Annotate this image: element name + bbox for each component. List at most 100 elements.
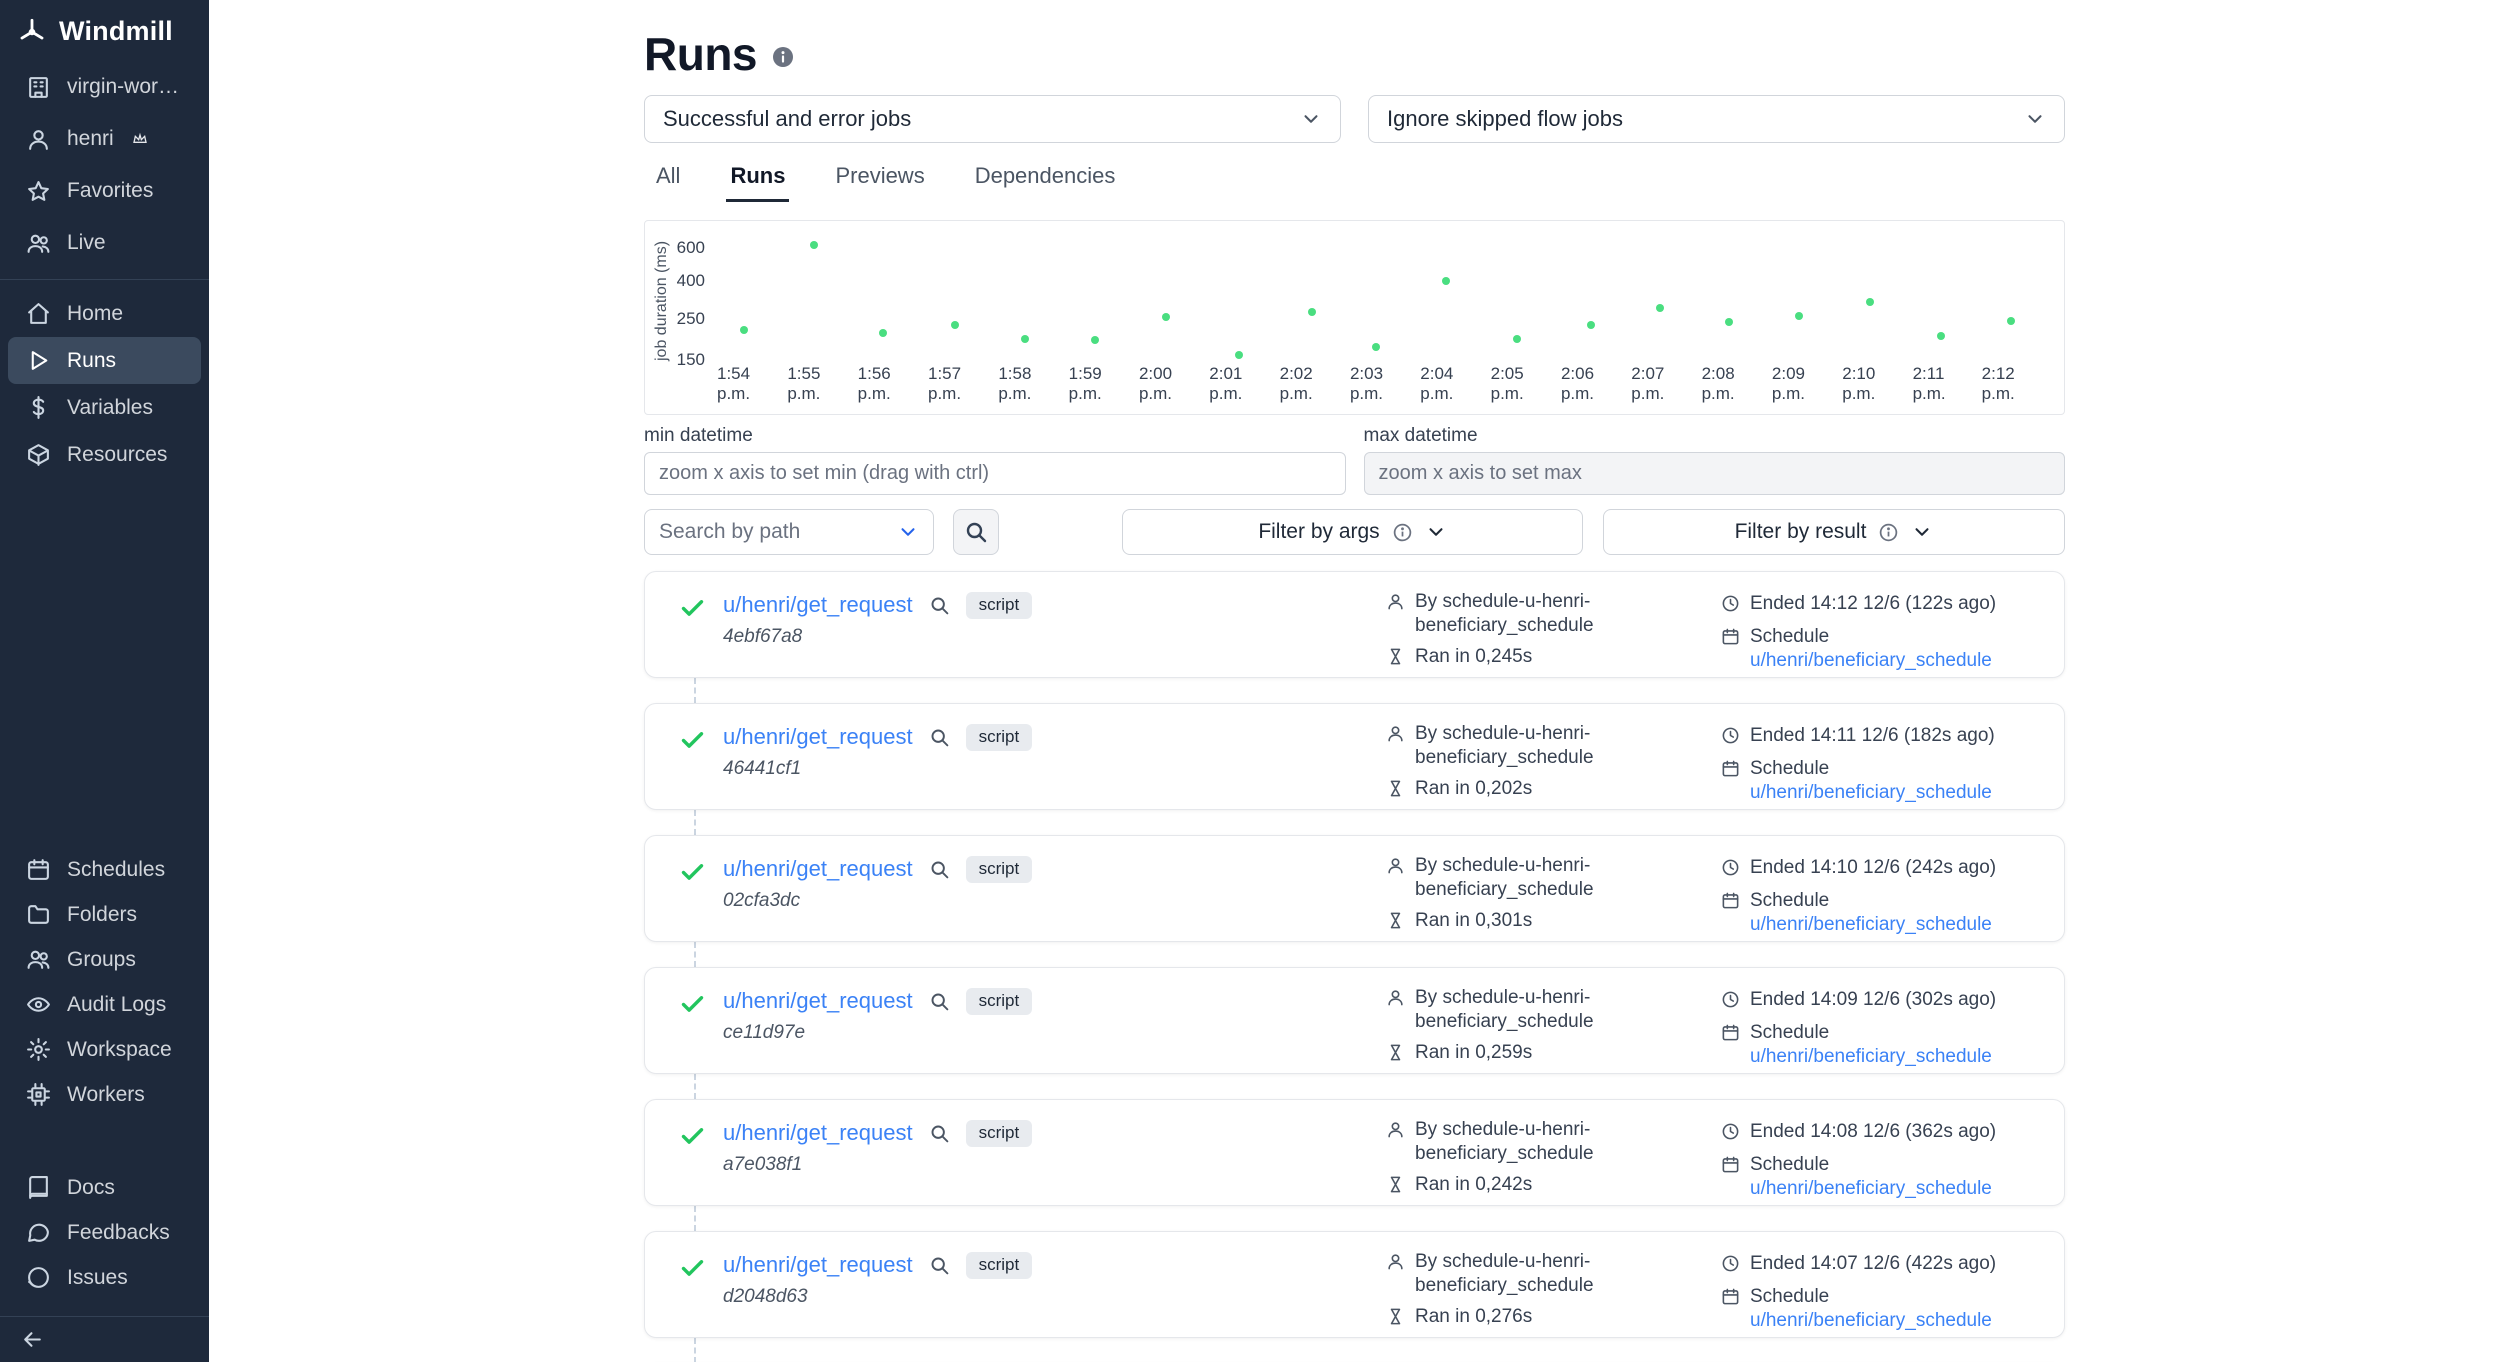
tab-runs[interactable]: Runs <box>726 159 789 202</box>
run-path-link[interactable]: u/henri/get_request <box>723 1252 913 1278</box>
scatter-point[interactable] <box>1235 351 1243 359</box>
tab-previews[interactable]: Previews <box>831 159 928 202</box>
triggered-by-text: By schedule-u-henri-beneficiary_schedule <box>1415 590 1706 638</box>
search-by-path-select[interactable]: Search by path <box>644 509 934 555</box>
filter-by-result-button[interactable]: Filter by result <box>1603 509 2065 555</box>
run-detail-search-icon[interactable] <box>929 1123 950 1144</box>
run-path-link[interactable]: u/henri/get_request <box>723 592 913 618</box>
schedule-link[interactable]: u/henri/beneficiary_schedule <box>1750 1310 1992 1331</box>
info-icon[interactable] <box>771 45 795 69</box>
tab-all[interactable]: All <box>652 159 684 202</box>
sidebar-item-folders[interactable]: Folders <box>8 892 201 937</box>
sidebar-item-live[interactable]: Live <box>8 217 201 269</box>
triggered-by-text: By schedule-u-henri-beneficiary_schedule <box>1415 986 1706 1034</box>
run-card[interactable]: u/henri/get_request script a7e038f1 By s… <box>644 1099 2065 1206</box>
x-tick-label: 2:03 p.m. <box>1350 364 1420 404</box>
scatter-point[interactable] <box>1308 308 1316 316</box>
scatter-point[interactable] <box>1937 332 1945 340</box>
schedule-link[interactable]: u/henri/beneficiary_schedule <box>1750 914 1992 935</box>
dollar-icon <box>26 395 51 420</box>
scatter-point[interactable] <box>810 241 818 249</box>
sidebar-item-user[interactable]: henri <box>8 113 201 165</box>
search-button[interactable] <box>953 509 999 555</box>
run-detail-search-icon[interactable] <box>929 991 950 1012</box>
user-icon <box>1386 1120 1405 1139</box>
scatter-point[interactable] <box>1795 312 1803 320</box>
x-tick-label: 2:09 p.m. <box>1772 364 1842 404</box>
hourglass-icon <box>1386 647 1405 666</box>
run-path-link[interactable]: u/henri/get_request <box>723 856 913 882</box>
sidebar-item-issues[interactable]: Issues <box>8 1255 201 1300</box>
run-card[interactable]: u/henri/get_request script 02cfa3dc By s… <box>644 835 2065 942</box>
book-icon <box>26 1175 51 1200</box>
scatter-point[interactable] <box>740 326 748 334</box>
run-card[interactable]: u/henri/get_request script 4ebf67a8 By s… <box>644 571 2065 678</box>
schedule-link[interactable]: u/henri/beneficiary_schedule <box>1750 1046 1992 1067</box>
sidebar-item-workers[interactable]: Workers <box>8 1072 201 1117</box>
sidebar-item-home[interactable]: Home <box>8 290 201 337</box>
duration-scatter-chart[interactable]: job duration (ms) 600400250150 1:54 p.m.… <box>644 220 2065 415</box>
user-icon <box>1386 856 1405 875</box>
sidebar-item-workspace-switcher[interactable]: virgin-worksp... <box>8 61 201 113</box>
timeline-connector <box>694 942 696 967</box>
run-path-link[interactable]: u/henri/get_request <box>723 1120 913 1146</box>
success-check-icon <box>679 991 706 1023</box>
run-card[interactable]: u/henri/get_request script d2048d63 By s… <box>644 1231 2065 1338</box>
sidebar-item-runs[interactable]: Runs <box>8 337 201 384</box>
brand[interactable]: Windmill <box>0 0 209 61</box>
users-icon <box>26 947 51 972</box>
filter-by-args-label: Filter by args <box>1258 520 1379 544</box>
sidebar-item-docs[interactable]: Docs <box>8 1165 201 1210</box>
scatter-point[interactable] <box>1866 298 1874 306</box>
tab-dependencies[interactable]: Dependencies <box>971 159 1120 202</box>
min-datetime-input[interactable] <box>644 452 1346 495</box>
schedule-link[interactable]: u/henri/beneficiary_schedule <box>1750 650 1992 671</box>
run-duration-text: Ran in 0,301s <box>1415 909 1532 933</box>
collapse-sidebar-arrow-icon[interactable] <box>20 1327 45 1352</box>
run-card[interactable]: u/henri/get_request script ce11d97e By s… <box>644 967 2065 1074</box>
min-datetime-label: min datetime <box>644 425 1346 447</box>
sidebar-item-feedbacks[interactable]: Feedbacks <box>8 1210 201 1255</box>
scatter-point[interactable] <box>879 329 887 337</box>
schedule-link[interactable]: u/henri/beneficiary_schedule <box>1750 782 1992 803</box>
filter-by-args-button[interactable]: Filter by args <box>1122 509 1583 555</box>
sidebar-item-schedules[interactable]: Schedules <box>8 847 201 892</box>
building-icon <box>26 75 51 100</box>
sidebar-item-workspace-settings[interactable]: Workspace <box>8 1027 201 1072</box>
scatter-point[interactable] <box>1162 313 1170 321</box>
run-id: d2048d63 <box>723 1286 1032 1308</box>
run-path-link[interactable]: u/henri/get_request <box>723 988 913 1014</box>
scatter-point[interactable] <box>1513 335 1521 343</box>
scatter-point[interactable] <box>1656 304 1664 312</box>
sidebar-item-favorites[interactable]: Favorites <box>8 165 201 217</box>
run-detail-search-icon[interactable] <box>929 727 950 748</box>
sidebar-item-variables[interactable]: Variables <box>8 384 201 431</box>
y-tick-label: 250 <box>661 309 705 329</box>
timeline-connector <box>694 1074 696 1099</box>
sidebar-item-audit-logs[interactable]: Audit Logs <box>8 982 201 1027</box>
run-path-link[interactable]: u/henri/get_request <box>723 724 913 750</box>
hourglass-icon <box>1386 1043 1405 1062</box>
skipped-flow-select[interactable]: Ignore skipped flow jobs <box>1368 95 2065 143</box>
scatter-point[interactable] <box>1372 343 1380 351</box>
sidebar-item-label: Runs <box>67 349 116 373</box>
run-detail-search-icon[interactable] <box>929 859 950 880</box>
run-detail-search-icon[interactable] <box>929 595 950 616</box>
sidebar-item-groups[interactable]: Groups <box>8 937 201 982</box>
schedule-link[interactable]: u/henri/beneficiary_schedule <box>1750 1178 1992 1199</box>
scatter-point[interactable] <box>1021 335 1029 343</box>
run-id: 46441cf1 <box>723 758 1032 780</box>
run-detail-search-icon[interactable] <box>929 1255 950 1276</box>
clock-icon <box>1721 1122 1740 1141</box>
scatter-point[interactable] <box>1442 277 1450 285</box>
scatter-point[interactable] <box>2007 317 2015 325</box>
scatter-point[interactable] <box>951 321 959 329</box>
run-card[interactable]: u/henri/get_request script 46441cf1 By s… <box>644 703 2065 810</box>
scatter-point[interactable] <box>1725 318 1733 326</box>
ended-at-text: Ended 14:11 12/6 (182s ago) <box>1750 724 1995 748</box>
max-datetime-input[interactable] <box>1364 452 2066 495</box>
scatter-point[interactable] <box>1091 336 1099 344</box>
sidebar-item-resources[interactable]: Resources <box>8 431 201 478</box>
job-status-select[interactable]: Successful and error jobs <box>644 95 1341 143</box>
scatter-point[interactable] <box>1587 321 1595 329</box>
